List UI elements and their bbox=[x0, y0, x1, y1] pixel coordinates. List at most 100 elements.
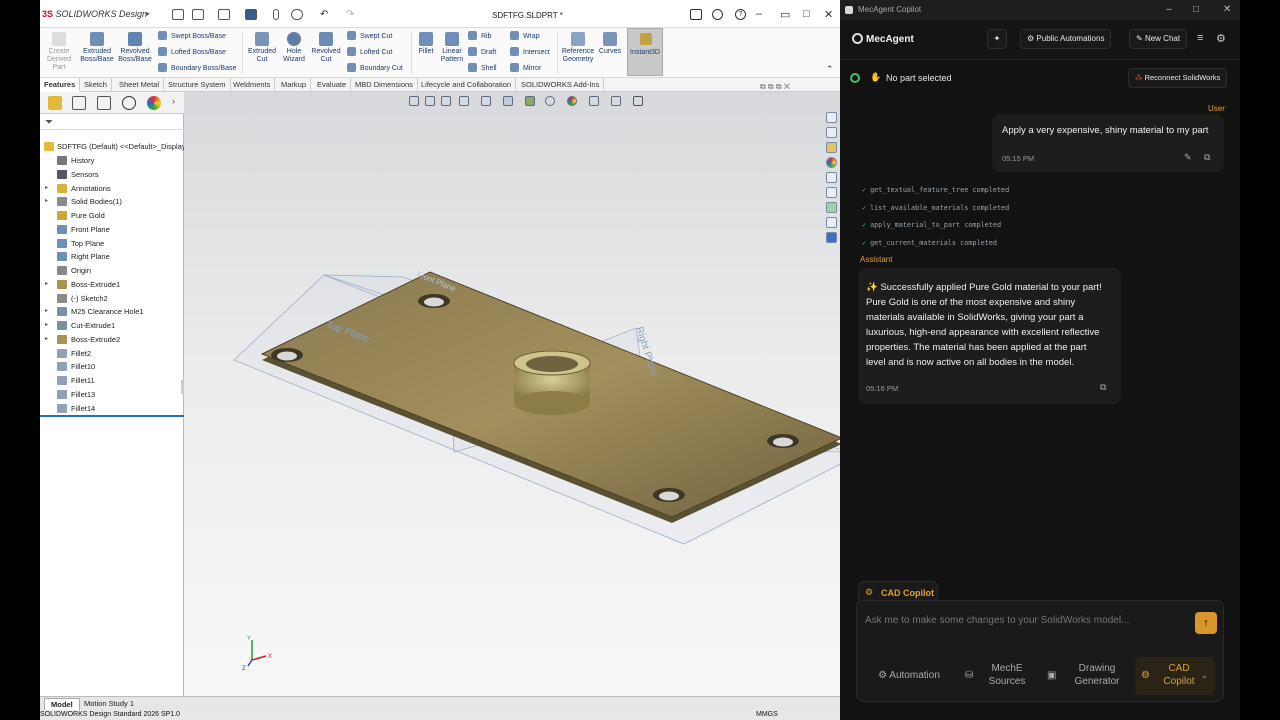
linear-pattern-icon bbox=[445, 32, 459, 46]
instant3d-button[interactable]: Instant3D bbox=[627, 28, 663, 76]
filter-icon[interactable]: ⏷ bbox=[45, 117, 53, 128]
close-icon[interactable]: ✕ bbox=[824, 8, 833, 21]
copy-icon[interactable]: ⧉ bbox=[1100, 382, 1106, 393]
expand-icon[interactable]: ▸ bbox=[45, 195, 48, 208]
reference-geometry-button[interactable]: Reference Geometry bbox=[559, 32, 597, 64]
send-button[interactable]: ↑ bbox=[1195, 612, 1217, 634]
graphics-area[interactable]: ⧉ ⧉ ⧉ ✕ Top Plane Front Plane Right Plan… bbox=[184, 82, 840, 696]
tabs-more-icon[interactable]: › bbox=[172, 96, 175, 106]
cad-copilot-button[interactable]: ⚙ CAD Copilot ⌄ bbox=[1135, 657, 1215, 695]
revolved-cut-button[interactable]: Revolved Cut bbox=[309, 32, 343, 64]
new-document-icon[interactable] bbox=[192, 9, 204, 20]
hole-wizard-button[interactable]: Hole Wizard bbox=[279, 32, 309, 64]
expand-icon[interactable]: ▸ bbox=[45, 319, 48, 332]
copy-icon[interactable]: ⧉ bbox=[1204, 152, 1210, 163]
tool-call-text: get_current_materials completed bbox=[870, 239, 997, 247]
swept-cut-button[interactable]: Swept Cut bbox=[347, 31, 392, 40]
new-chat-button[interactable]: ✎ New Chat bbox=[1129, 29, 1188, 49]
status-units[interactable]: MMGS bbox=[756, 710, 778, 720]
automation-button[interactable]: ⚙ Automation bbox=[865, 657, 953, 695]
expand-icon[interactable]: ▸ bbox=[45, 333, 48, 346]
restore-icon[interactable]: ▭ bbox=[780, 8, 790, 21]
tab-mbd-dimensions[interactable]: MBD Dimensions bbox=[351, 78, 418, 92]
dimxpert-icon[interactable] bbox=[122, 96, 136, 110]
solidworks-logo[interactable]: 3S SOLIDWORKS Design bbox=[42, 9, 147, 19]
mirror-button[interactable]: Mirror bbox=[510, 63, 541, 72]
tab-sketch[interactable]: Sketch bbox=[80, 78, 112, 92]
tab-sheet-metal[interactable]: Sheet Metal bbox=[115, 78, 165, 92]
swept-icon bbox=[158, 31, 167, 40]
revolved-cut-icon bbox=[319, 32, 333, 46]
display-manager-icon[interactable] bbox=[147, 96, 161, 110]
tab-weldments[interactable]: Weldments bbox=[229, 78, 276, 92]
settings-gear-icon[interactable]: ⚙ bbox=[1216, 32, 1226, 45]
fillet-icon bbox=[419, 32, 433, 46]
rollback-bar[interactable] bbox=[40, 415, 184, 417]
meche-sources-button[interactable]: ⛁ MechE Sources bbox=[955, 657, 1037, 695]
minimize-icon[interactable]: – bbox=[756, 8, 762, 20]
triad-x-label: X bbox=[268, 654, 272, 660]
rib-button[interactable]: Rib bbox=[468, 31, 492, 40]
linear-pattern-button[interactable]: Linear Pattern bbox=[438, 32, 466, 64]
close-icon[interactable]: ✕ bbox=[1223, 0, 1231, 20]
home-icon[interactable] bbox=[172, 9, 184, 20]
chat-input[interactable] bbox=[865, 611, 1185, 629]
tab-markup[interactable]: Markup bbox=[277, 78, 312, 92]
curves-button[interactable]: Curves bbox=[597, 32, 623, 56]
save-icon[interactable] bbox=[245, 9, 257, 20]
undo-icon[interactable]: ↶ bbox=[320, 9, 332, 20]
maximize-icon[interactable]: □ bbox=[1193, 0, 1199, 20]
open-icon[interactable] bbox=[218, 9, 230, 20]
public-automations-button[interactable]: ⚙ Public Automations bbox=[1020, 29, 1112, 49]
configuration-icon[interactable] bbox=[97, 96, 111, 110]
wrap-button[interactable]: Wrap bbox=[510, 31, 540, 40]
options-gear-icon[interactable] bbox=[291, 9, 303, 20]
property-manager-icon[interactable] bbox=[72, 96, 86, 110]
drawing-generator-button[interactable]: ▣ Drawing Generator bbox=[1039, 657, 1131, 695]
intersect-button[interactable]: Intersect bbox=[510, 47, 550, 56]
tool-call-text: get_textual_feature_tree completed bbox=[870, 186, 1010, 194]
maximize-icon[interactable]: □ bbox=[803, 8, 810, 20]
edit-icon[interactable]: ✎ bbox=[1184, 152, 1192, 163]
tab-structure-system[interactable]: Structure System bbox=[164, 78, 231, 92]
expand-icon[interactable]: ▸ bbox=[45, 305, 48, 318]
menu-expand-icon[interactable]: ▸ bbox=[146, 9, 150, 18]
boundary-cut-button[interactable]: Boundary Cut bbox=[347, 63, 403, 72]
expand-icon[interactable]: ▸ bbox=[45, 182, 48, 195]
tab-motion-study[interactable]: Motion Study 1 bbox=[78, 698, 140, 709]
swept-boss-button[interactable]: Swept Boss/Base bbox=[158, 31, 226, 40]
tree-filter[interactable]: ⏷ bbox=[40, 116, 184, 130]
revolved-boss-button[interactable]: Revolved Boss/Base bbox=[117, 32, 153, 64]
tab-features[interactable]: Features bbox=[40, 78, 81, 92]
viewport-window-controls[interactable]: ⧉ ⧉ ⧉ ✕ bbox=[760, 82, 790, 92]
tab-add-ins[interactable]: SOLIDWORKS Add-Ins bbox=[517, 78, 605, 92]
create-derived-label: Create Derived Part bbox=[46, 48, 72, 71]
lofted-boss-button[interactable]: Lofted Boss/Base bbox=[158, 47, 226, 56]
menu-icon[interactable]: ≡ bbox=[1197, 32, 1203, 44]
minimize-icon[interactable]: – bbox=[1166, 0, 1172, 20]
mirror-label: Mirror bbox=[523, 65, 542, 72]
reconnect-solidworks-button[interactable]: ⁂ Reconnect SolidWorks bbox=[1128, 68, 1228, 88]
model-view[interactable]: Top Plane Front Plane Right Plane Y X Z bbox=[184, 92, 840, 696]
chevron-down-icon[interactable]: ⌄ bbox=[1201, 669, 1208, 682]
lofted-cut-button[interactable]: Lofted Cut bbox=[347, 47, 392, 56]
tab-lifecycle[interactable]: Lifecycle and Collaboration bbox=[417, 78, 517, 92]
tab-evaluate[interactable]: Evaluate bbox=[313, 78, 352, 92]
account-icon[interactable] bbox=[712, 9, 723, 20]
draft-button[interactable]: Draft bbox=[468, 47, 496, 56]
magic-wand-icon[interactable]: ✦ bbox=[987, 29, 1007, 49]
command-search-icon[interactable] bbox=[690, 9, 702, 20]
feature-icon bbox=[57, 321, 67, 330]
help-icon[interactable]: ? bbox=[735, 9, 746, 20]
redo-icon[interactable]: ↷ bbox=[346, 9, 358, 20]
feature-tree-icon[interactable] bbox=[48, 96, 62, 110]
shell-button[interactable]: Shell bbox=[468, 63, 497, 72]
collapse-ribbon-icon[interactable]: ⌃ bbox=[826, 64, 834, 75]
extruded-cut-button[interactable]: Extruded Cut bbox=[245, 32, 279, 64]
print-icon[interactable] bbox=[273, 9, 279, 20]
create-derived-part-button[interactable]: Create Derived Part bbox=[42, 32, 76, 72]
fillet-button[interactable]: Fillet bbox=[414, 32, 438, 56]
boundary-boss-button[interactable]: Boundary Boss/Base bbox=[158, 63, 236, 72]
extruded-boss-button[interactable]: Extruded Boss/Base bbox=[78, 32, 116, 64]
expand-icon[interactable]: ▸ bbox=[45, 278, 48, 291]
